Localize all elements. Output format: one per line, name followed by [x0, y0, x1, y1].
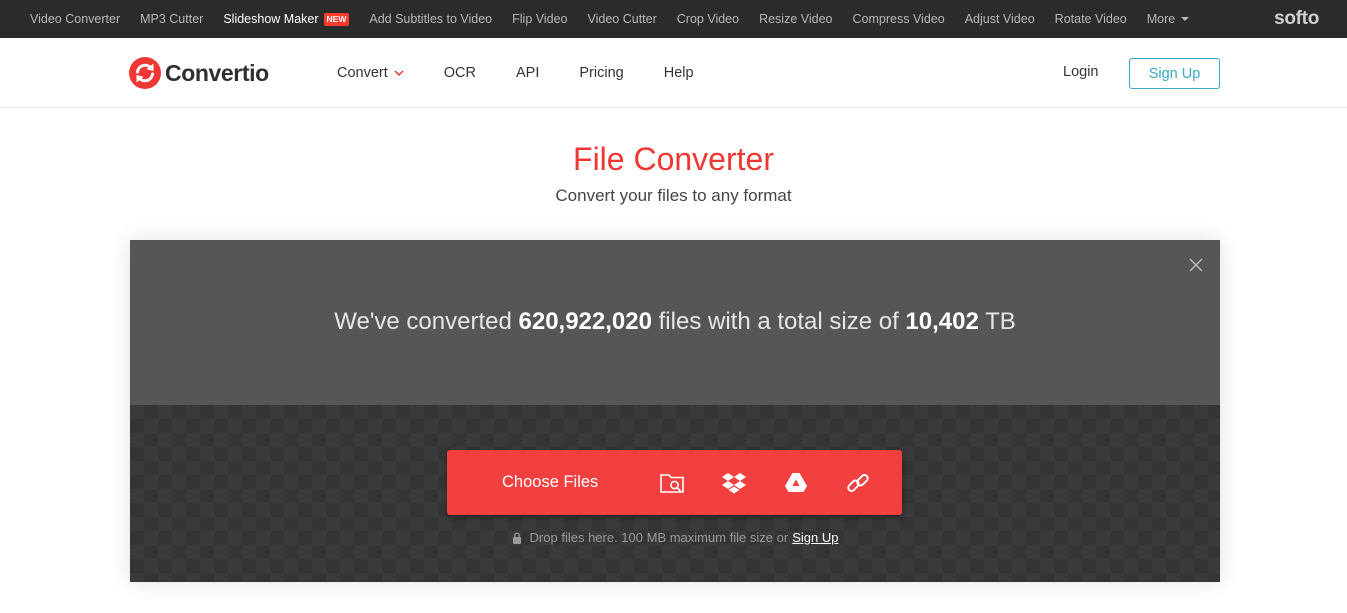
site-header: Convertio Convert OCR API Pricing Help L…: [0, 38, 1347, 108]
topbar-link-flip-video[interactable]: Flip Video: [512, 12, 567, 26]
stats-middle: files with a total size of: [658, 308, 899, 335]
google-drive-icon[interactable]: [783, 470, 809, 496]
new-badge: NEW: [323, 12, 350, 26]
topbar-link-video-converter[interactable]: Video Converter: [30, 12, 120, 26]
topbar-more-menu[interactable]: More: [1146, 12, 1190, 26]
topbar-more-label: More: [1146, 12, 1176, 26]
topbar-link-adjust-video[interactable]: Adjust Video: [965, 12, 1035, 26]
files-count: 620,922,020: [518, 308, 652, 335]
topbar-link-add-subtitles[interactable]: Add Subtitles to Video: [369, 12, 492, 26]
nav-api[interactable]: API: [516, 65, 539, 81]
main-nav: Convert OCR API Pricing Help: [337, 38, 734, 108]
topbar-link-mp3-cutter[interactable]: MP3 Cutter: [140, 12, 203, 26]
folder-search-icon[interactable]: [659, 470, 685, 496]
url-link-icon[interactable]: [845, 470, 871, 496]
total-size: 10,402: [905, 308, 979, 335]
hint-text: Drop files here. 100 MB maximum file siz…: [529, 530, 789, 545]
nav-ocr[interactable]: OCR: [444, 65, 476, 81]
nav-help[interactable]: Help: [664, 65, 694, 81]
convertio-logo-icon: [129, 57, 161, 89]
topbar-link-resize-video[interactable]: Resize Video: [759, 12, 832, 26]
topbar-link-compress-video[interactable]: Compress Video: [853, 12, 945, 26]
signup-button[interactable]: Sign Up: [1129, 58, 1220, 89]
logo-text: Convertio: [165, 59, 269, 86]
topbar-link-rotate-video[interactable]: Rotate Video: [1055, 12, 1127, 26]
topbar-link-label: Slideshow Maker: [223, 12, 319, 26]
nav-pricing[interactable]: Pricing: [579, 65, 623, 81]
convertio-logo[interactable]: Convertio: [129, 57, 269, 89]
page-title: File Converter: [573, 141, 774, 177]
choose-files-button[interactable]: Choose Files: [502, 450, 598, 515]
size-unit: TB: [985, 308, 1016, 335]
topbar-link-crop-video[interactable]: Crop Video: [677, 12, 739, 26]
caret-down-icon: [1181, 17, 1190, 21]
chevron-down-icon: [394, 69, 404, 76]
converter-panel: We've converted 620,922,020 files with a…: [130, 240, 1220, 582]
choose-files-bar: Choose Files: [447, 450, 902, 515]
hint-signup-link[interactable]: Sign Up: [792, 530, 838, 545]
page-subtitle: Convert your files to any format: [555, 186, 792, 205]
stats-banner: We've converted 620,922,020 files with a…: [130, 240, 1220, 405]
topbar-link-video-cutter[interactable]: Video Cutter: [588, 12, 657, 26]
softo-logo[interactable]: softo: [1274, 8, 1319, 30]
softo-products-nav: Video Converter MP3 Cutter Slideshow Mak…: [30, 0, 1209, 38]
nav-convert-label: Convert: [337, 65, 388, 81]
drop-zone[interactable]: Choose Files Drop files here. 100 MB max…: [130, 405, 1220, 582]
stats-text: We've converted 620,922,020 files with a…: [130, 308, 1220, 336]
login-link[interactable]: Login: [1063, 64, 1098, 80]
lock-icon: [512, 532, 521, 544]
nav-convert[interactable]: Convert: [337, 65, 404, 81]
upload-hint: Drop files here. 100 MB maximum file siz…: [130, 530, 1220, 545]
dropbox-icon[interactable]: [721, 470, 747, 496]
topbar-link-slideshow-maker[interactable]: Slideshow Maker NEW: [223, 12, 350, 26]
stats-prefix: We've converted: [334, 308, 512, 335]
close-icon[interactable]: [1188, 257, 1204, 273]
softo-top-bar: Video Converter MP3 Cutter Slideshow Mak…: [0, 0, 1347, 38]
